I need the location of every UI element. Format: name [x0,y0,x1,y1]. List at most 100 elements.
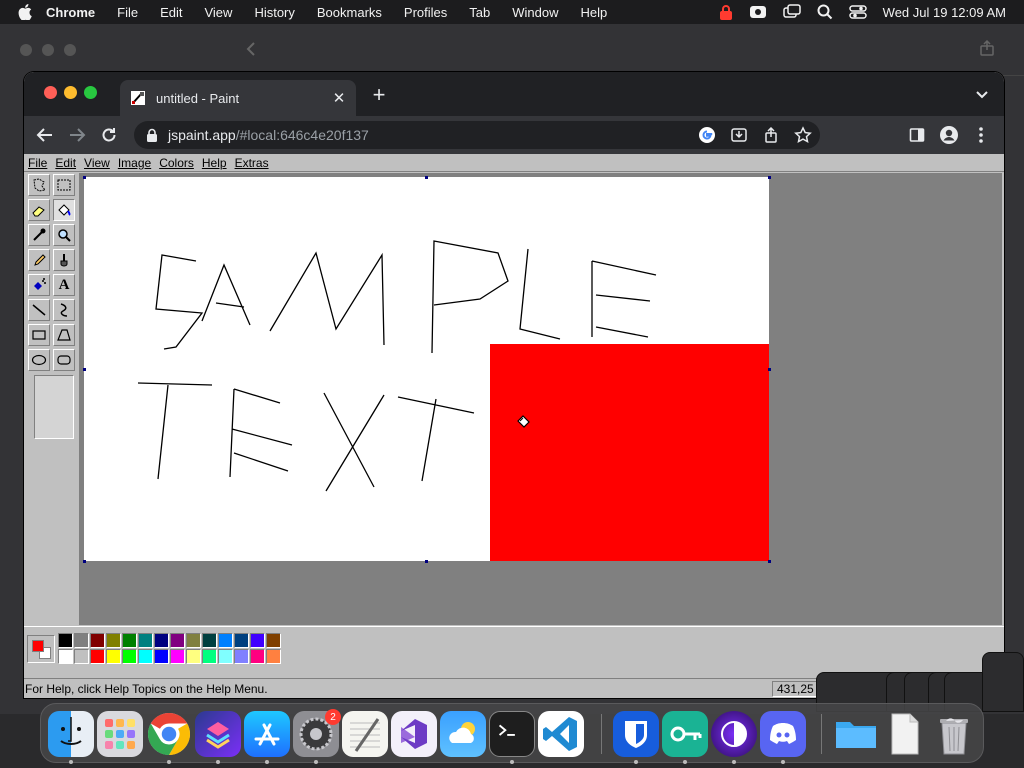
paint-menu-extras[interactable]: Extras [235,156,269,170]
palette-swatch[interactable] [58,633,73,648]
visual-studio-app-icon[interactable] [391,711,437,757]
canvas-resize-handle[interactable] [768,560,771,563]
vscode-app-icon[interactable] [538,711,584,757]
lock-status-icon[interactable] [719,4,733,20]
drawing-canvas[interactable] [84,177,769,561]
menu-profiles[interactable]: Profiles [404,5,447,20]
close-window-icon[interactable] [44,86,57,99]
google-lens-icon[interactable] [698,126,716,144]
menu-window[interactable]: Window [512,5,558,20]
palette-swatch[interactable] [234,633,249,648]
paint-menu-colors[interactable]: Colors [159,156,194,170]
palette-swatch[interactable] [234,649,249,664]
tab-untitled-paint[interactable]: untitled - Paint ✕ [120,80,356,116]
foreground-color[interactable] [32,640,44,652]
text-tool-icon[interactable]: A [53,274,75,296]
chrome-app-icon[interactable] [146,711,192,757]
finder-app-icon[interactable] [48,711,94,757]
pick-color-icon[interactable] [28,224,50,246]
brush-icon[interactable] [53,249,75,271]
palette-swatch[interactable] [74,649,89,664]
palette-swatch[interactable] [186,649,201,664]
tab-search-chevron-icon[interactable] [974,86,990,102]
palette-swatch[interactable] [154,649,169,664]
palette-swatch[interactable] [138,649,153,664]
address-bar[interactable]: jspaint.app/#local:646c4e20f137 [134,121,820,149]
document-icon[interactable] [882,711,928,757]
bookmark-star-icon[interactable] [794,126,812,144]
palette-swatch[interactable] [154,633,169,648]
palette-swatch[interactable] [170,649,185,664]
tor-browser-app-icon[interactable] [711,711,757,757]
rectangle-icon[interactable] [28,324,50,346]
launchpad-app-icon[interactable] [97,711,143,757]
palette-swatch[interactable] [90,649,105,664]
palette-swatch[interactable] [186,633,201,648]
new-tab-plus-icon[interactable]: + [368,84,390,106]
spotlight-search-icon[interactable] [817,4,833,20]
palette-swatch[interactable] [202,649,217,664]
trash-icon[interactable] [931,711,977,757]
zoom-window-icon[interactable] [84,86,97,99]
menu-tab[interactable]: Tab [469,5,490,20]
palette-swatch[interactable] [106,649,121,664]
free-form-select-icon[interactable] [28,174,50,196]
reload-icon[interactable] [98,124,120,146]
display-mirror-icon[interactable] [782,4,801,20]
menu-bookmarks[interactable]: Bookmarks [317,5,382,20]
airbrush-icon[interactable] [28,274,50,296]
palette-swatch[interactable] [106,633,121,648]
palette-swatch[interactable] [74,633,89,648]
palette-swatch[interactable] [90,633,105,648]
paint-menu-file[interactable]: File [28,156,47,170]
shortcuts-app-icon[interactable] [195,711,241,757]
menu-app-name[interactable]: Chrome [46,5,95,20]
paint-menu-image[interactable]: Image [118,156,151,170]
control-center-icon[interactable] [848,4,867,20]
screen-share-icon[interactable] [749,4,767,20]
palette-swatch[interactable] [58,649,73,664]
share-icon[interactable] [762,126,780,144]
eraser-icon[interactable] [28,199,50,221]
minimize-window-icon[interactable] [64,86,77,99]
palette-swatch[interactable] [266,649,281,664]
apple-icon[interactable] [18,4,32,20]
palette-swatch[interactable] [218,649,233,664]
site-lock-icon[interactable] [146,128,158,142]
weather-app-icon[interactable] [440,711,486,757]
menu-view[interactable]: View [204,5,232,20]
folder-icon[interactable] [833,711,879,757]
select-icon[interactable] [53,174,75,196]
pencil-icon[interactable] [28,249,50,271]
paint-menu-help[interactable]: Help [202,156,227,170]
palette-swatch[interactable] [138,633,153,648]
magnifier-icon[interactable] [53,224,75,246]
palette-swatch[interactable] [250,633,265,648]
tab-close-icon[interactable]: ✕ [328,87,350,109]
palette-swatch[interactable] [202,633,217,648]
menu-history[interactable]: History [254,5,294,20]
textedit-app-icon[interactable] [342,711,388,757]
palette-swatch[interactable] [122,649,137,664]
fill-icon[interactable] [53,199,75,221]
vpn-app-icon[interactable] [662,711,708,757]
back-arrow-icon[interactable] [34,124,56,146]
line-icon[interactable] [28,299,50,321]
menu-edit[interactable]: Edit [160,5,182,20]
palette-swatch[interactable] [266,633,281,648]
palette-swatch[interactable] [218,633,233,648]
chrome-menu-kebab-icon[interactable] [970,124,992,146]
menu-help[interactable]: Help [581,5,608,20]
forward-arrow-icon[interactable] [66,124,88,146]
paint-menu-view[interactable]: View [84,156,110,170]
system-settings-app-icon[interactable]: 2 [293,709,341,757]
tool-options-panel[interactable] [34,375,74,439]
profile-avatar-icon[interactable] [938,124,960,146]
palette-swatch[interactable] [250,649,265,664]
rounded-rectangle-icon[interactable] [53,349,75,371]
palette-swatch[interactable] [122,633,137,648]
ellipse-icon[interactable] [28,349,50,371]
discord-app-icon[interactable] [760,711,806,757]
menu-clock[interactable]: Wed Jul 19 12:09 AM [883,5,1006,20]
curve-icon[interactable] [53,299,75,321]
